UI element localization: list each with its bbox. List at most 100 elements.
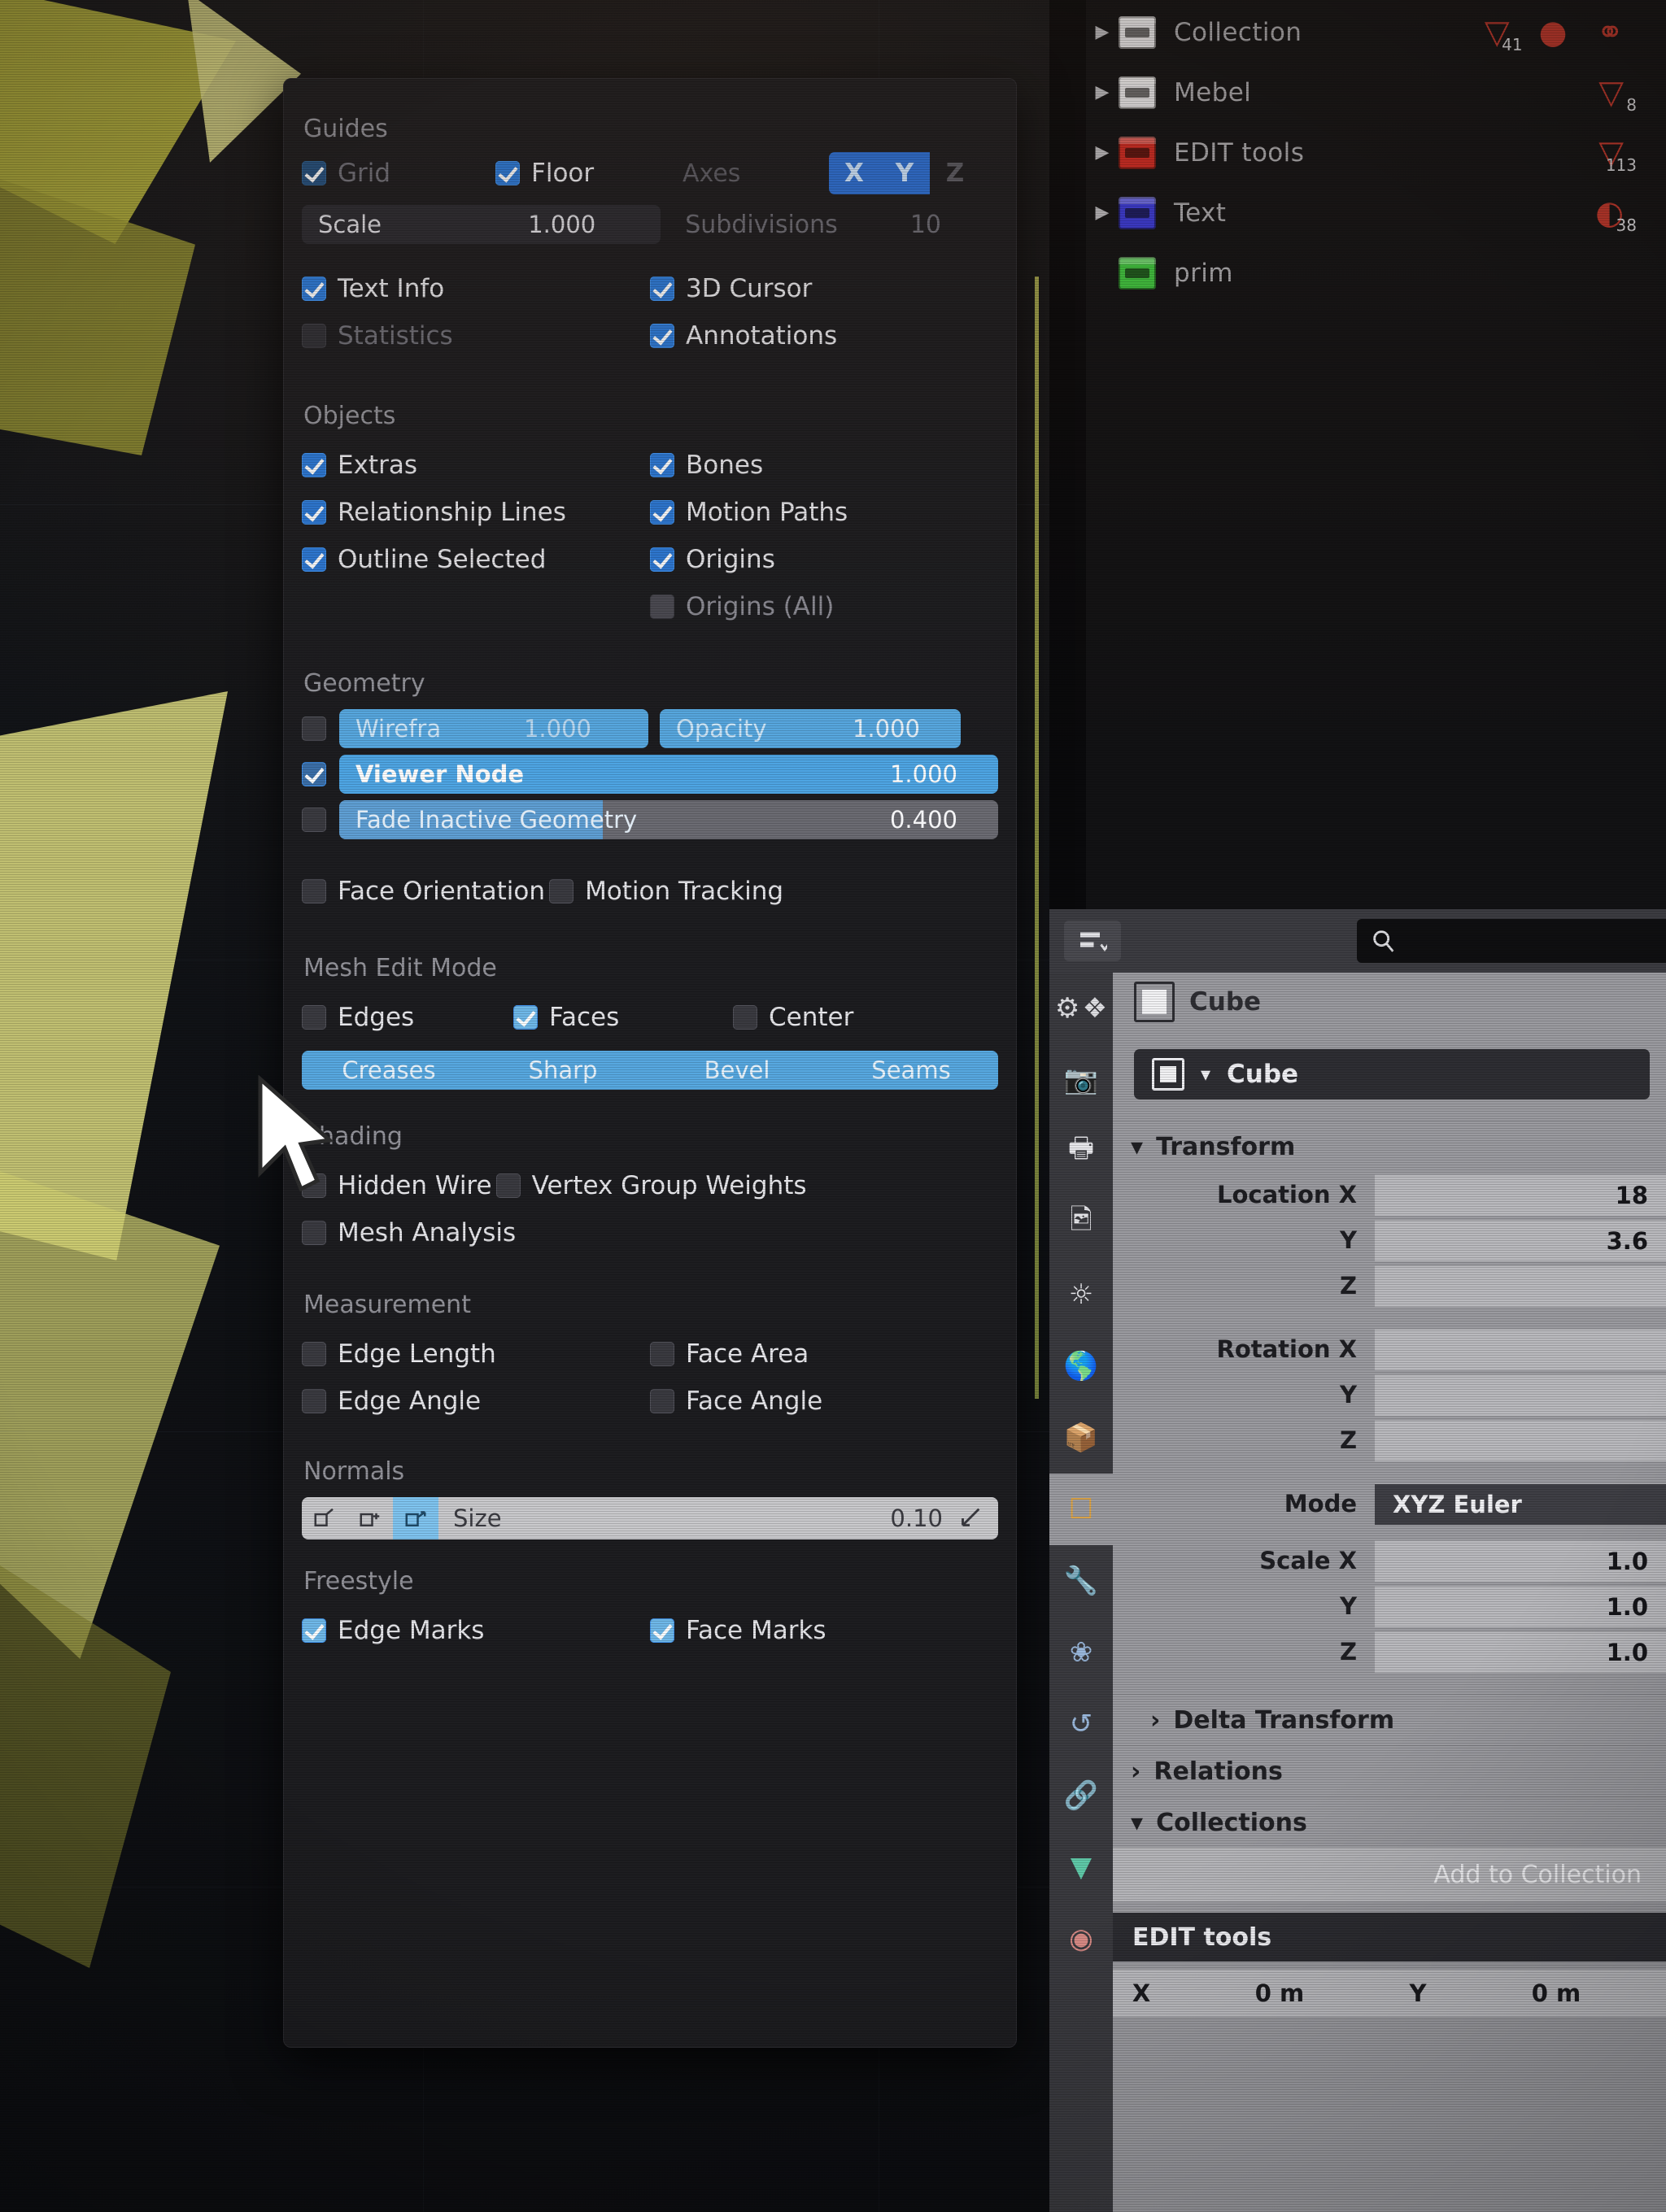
segment-bevel[interactable]: Bevel (650, 1056, 824, 1084)
axis-toggle-x[interactable]: X (829, 152, 879, 194)
scale-z-value[interactable]: 1.0 (1375, 1631, 1666, 1673)
location-y-value[interactable]: 3.6 (1375, 1219, 1666, 1261)
relations-panel-header[interactable]: › Relations (1113, 1745, 1666, 1796)
filter-badge[interactable]: ▽ 41 (1485, 16, 1523, 54)
outliner-row[interactable]: ▶ EDIT tools ▽ 113 (1086, 125, 1666, 181)
collection-entry[interactable]: EDIT tools (1113, 1913, 1666, 1962)
delta-transform-panel-header[interactable]: › Delta Transform (1113, 1694, 1666, 1745)
rotation-y-value[interactable] (1375, 1374, 1666, 1416)
tab-modifiers[interactable]: 🔧 (1049, 1545, 1113, 1617)
tab-material[interactable]: ◉ (1049, 1903, 1113, 1975)
chevron-down-icon[interactable]: ▾ (1201, 1063, 1210, 1086)
origins-checkbox[interactable]: Origins (650, 545, 775, 574)
motion-tracking-checkbox[interactable]: Motion Tracking (549, 877, 783, 906)
scale-y-value[interactable]: 1.0 (1375, 1585, 1666, 1627)
fade-inactive-checkbox[interactable] (302, 808, 326, 832)
split-normals-icon[interactable] (347, 1497, 393, 1539)
text-info-checkbox[interactable]: Text Info (302, 274, 444, 303)
faces-checkbox[interactable]: Faces (513, 1003, 619, 1032)
scale-z-row[interactable]: Z 1.0 (1113, 1629, 1666, 1674)
properties-editor[interactable]: ⚙ ❖ 📷 🖶 🖻 ☼ 🌎 📦 ☐ 🔧 ❀ ↺ 🔗 ▼ ◉ Cube ▾ Cub (1049, 909, 1666, 2212)
offset-x-value[interactable]: 0 m (1170, 1979, 1389, 2007)
outliner[interactable]: ▶ Collection ▽ 41 ● ⚭ ▶ Mebel ▽ 8 ▶ EDIT t… (1086, 0, 1666, 909)
origins-all-checkbox[interactable]: Origins (All) (650, 592, 834, 621)
object-name-field[interactable]: ▾ Cube (1134, 1049, 1650, 1099)
expand-triangle-icon[interactable]: ▶ (1086, 144, 1119, 162)
mesh-analysis-checkbox[interactable]: Mesh Analysis (302, 1218, 516, 1248)
filter-badge[interactable]: ▽ 8 (1598, 76, 1637, 115)
mesh-edit-overlay-segments[interactable]: Creases Sharp Bevel Seams (302, 1051, 998, 1090)
expand-triangle-icon[interactable]: ▶ (1086, 24, 1119, 41)
tab-output[interactable]: 🖶 (1049, 1116, 1113, 1187)
tab-tool[interactable]: ⚙ ❖ (1049, 973, 1113, 1044)
3d-cursor-checkbox[interactable]: 3D Cursor (650, 274, 812, 303)
grid-scale-field[interactable]: Scale 1.000 (302, 205, 661, 244)
fade-inactive-slider[interactable]: Fade Inactive Geometry 0.400 (339, 800, 998, 839)
face-normals-icon[interactable] (393, 1497, 438, 1539)
add-to-collection-button[interactable]: Add to Collection (1113, 1848, 1666, 1901)
properties-tab-column[interactable]: ⚙ ❖ 📷 🖶 🖻 ☼ 🌎 📦 ☐ 🔧 ❀ ↺ 🔗 ▼ ◉ (1049, 973, 1113, 2212)
rotation-z-row[interactable]: Z (1113, 1417, 1666, 1463)
face-area-checkbox[interactable]: Face Area (650, 1339, 809, 1369)
outliner-row[interactable]: ▶ Mebel ▽ 8 (1086, 65, 1666, 120)
tab-scene[interactable]: ☼ (1049, 1259, 1113, 1330)
extras-checkbox[interactable]: Extras (302, 451, 417, 480)
segment-sharp[interactable]: Sharp (476, 1056, 650, 1084)
viewer-node-checkbox[interactable] (302, 762, 326, 786)
outliner-row[interactable]: ▶ Text ◐ 38 (1086, 185, 1666, 241)
transform-panel-header[interactable]: ▾ Transform (1113, 1121, 1666, 1172)
edges-checkbox[interactable]: Edges (302, 1003, 414, 1032)
edge-angle-checkbox[interactable]: Edge Angle (302, 1387, 481, 1416)
properties-body[interactable]: Cube ▾ Cube ▾ Transform Location X 18 Y … (1113, 973, 1666, 2212)
center-checkbox[interactable]: Center (733, 1003, 853, 1032)
normals-size-slider[interactable]: Size 0.10 (438, 1504, 998, 1532)
tab-collection[interactable]: 📦 (1049, 1402, 1113, 1474)
scale-y-row[interactable]: Y 1.0 (1113, 1583, 1666, 1629)
rotation-mode-value[interactable]: XYZ Euler (1375, 1483, 1666, 1525)
tab-view-layer[interactable]: 🖻 (1049, 1187, 1113, 1259)
rotation-x-row[interactable]: Rotation X (1113, 1326, 1666, 1372)
tab-object[interactable]: ☐ (1049, 1474, 1113, 1545)
collection-offset-row[interactable]: X 0 m Y 0 m (1113, 1970, 1666, 2017)
tab-particles[interactable]: ❀ (1049, 1617, 1113, 1688)
location-y-row[interactable]: Y 3.6 (1113, 1217, 1666, 1263)
outliner-row[interactable]: ▶ Collection ▽ 41 ● ⚭ (1086, 5, 1666, 60)
edge-marks-checkbox[interactable]: Edge Marks (302, 1616, 484, 1645)
tab-data[interactable]: ▼ (1049, 1831, 1113, 1903)
properties-search-input[interactable] (1357, 919, 1666, 963)
tab-physics[interactable]: ↺ (1049, 1688, 1113, 1760)
tab-constraints[interactable]: 🔗 (1049, 1760, 1113, 1831)
location-z-value[interactable] (1375, 1265, 1666, 1307)
scale-x-value[interactable]: 1.0 (1375, 1539, 1666, 1582)
bones-checkbox[interactable]: Bones (650, 451, 763, 480)
floor-checkbox[interactable]: Floor (495, 159, 683, 188)
link-badge[interactable]: ⚭ (1596, 16, 1624, 49)
face-angle-checkbox[interactable]: Face Angle (650, 1387, 822, 1416)
location-x-row[interactable]: Location X 18 (1113, 1172, 1666, 1217)
vertex-normals-icon[interactable] (302, 1497, 347, 1539)
rotation-z-value[interactable] (1375, 1419, 1666, 1461)
wireframe-slider[interactable]: Wirefra 1.000 (339, 709, 648, 748)
rotation-x-value[interactable] (1375, 1328, 1666, 1370)
rotation-mode-row[interactable]: Mode XYZ Euler (1113, 1481, 1666, 1526)
axes-toggle-group[interactable]: X Y Z (829, 152, 980, 194)
expand-triangle-icon[interactable]: ▶ (1086, 204, 1119, 222)
vertex-group-weights-checkbox[interactable]: Vertex Group Weights (495, 1171, 807, 1200)
editor-type-icon[interactable] (1064, 921, 1121, 961)
axis-toggle-y[interactable]: Y (879, 152, 930, 194)
face-marks-checkbox[interactable]: Face Marks (650, 1616, 826, 1645)
edge-length-checkbox[interactable]: Edge Length (302, 1339, 496, 1369)
scale-x-row[interactable]: Scale X 1.0 (1113, 1538, 1666, 1583)
rotation-y-row[interactable]: Y (1113, 1372, 1666, 1417)
face-orientation-checkbox[interactable]: Face Orientation (302, 877, 545, 906)
tab-world[interactable]: 🌎 (1049, 1330, 1113, 1402)
tab-render[interactable]: 📷 (1049, 1044, 1113, 1116)
relationship-lines-checkbox[interactable]: Relationship Lines (302, 498, 566, 527)
segment-seams[interactable]: Seams (824, 1056, 998, 1084)
axis-toggle-z[interactable]: Z (930, 152, 980, 194)
filter-badge[interactable]: ◐ 38 (1595, 197, 1637, 235)
annotations-checkbox[interactable]: Annotations (650, 321, 837, 351)
normals-row[interactable]: Size 0.10 (302, 1497, 998, 1539)
outliner-row[interactable]: prim (1086, 246, 1666, 301)
motion-paths-checkbox[interactable]: Motion Paths (650, 498, 848, 527)
